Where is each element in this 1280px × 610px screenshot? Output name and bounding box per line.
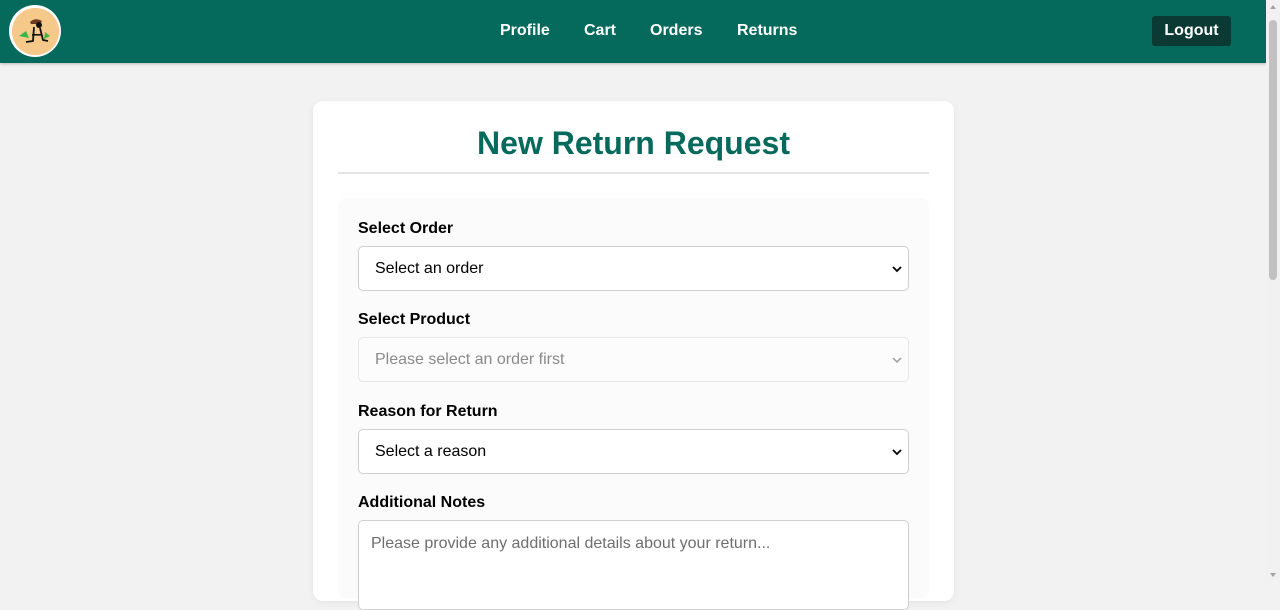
notes-textarea[interactable]: Please provide any additional details ab…	[358, 520, 909, 610]
product-select-value: Please select an order first	[375, 351, 565, 368]
scroll-down-icon[interactable]	[1269, 571, 1277, 579]
nav-returns-link[interactable]: Returns	[737, 22, 797, 40]
product-label: Select Product	[358, 311, 471, 328]
title-divider	[338, 172, 929, 174]
scrollbar-thumb[interactable]	[1269, 20, 1277, 280]
chevron-down-icon	[892, 357, 902, 364]
notes-label: Additional Notes	[358, 494, 486, 511]
reason-select-value: Select a reason	[375, 443, 487, 460]
chevron-down-icon	[892, 449, 902, 456]
page-title: New Return Request	[477, 125, 790, 161]
top-navbar: Profile Cart Orders Returns Logout	[0, 0, 1266, 63]
order-select[interactable]: Select an order	[358, 246, 909, 291]
notes-placeholder: Please provide any additional details ab…	[371, 535, 771, 552]
reason-label: Reason for Return	[358, 403, 498, 420]
nav-cart-link[interactable]: Cart	[584, 22, 616, 40]
main-nav: Profile Cart Orders Returns	[0, 0, 1266, 63]
nav-profile-link[interactable]: Profile	[500, 22, 550, 40]
logout-button[interactable]: Logout	[1152, 16, 1231, 46]
order-select-value: Select an order	[375, 260, 484, 277]
page-scrollbar[interactable]	[1266, 0, 1280, 582]
reason-select[interactable]: Select a reason	[358, 429, 909, 474]
nav-orders-link[interactable]: Orders	[650, 22, 702, 40]
product-select[interactable]: Please select an order first	[358, 337, 909, 382]
scroll-up-icon[interactable]	[1269, 3, 1277, 11]
chevron-down-icon	[892, 266, 902, 273]
order-label: Select Order	[358, 220, 454, 237]
